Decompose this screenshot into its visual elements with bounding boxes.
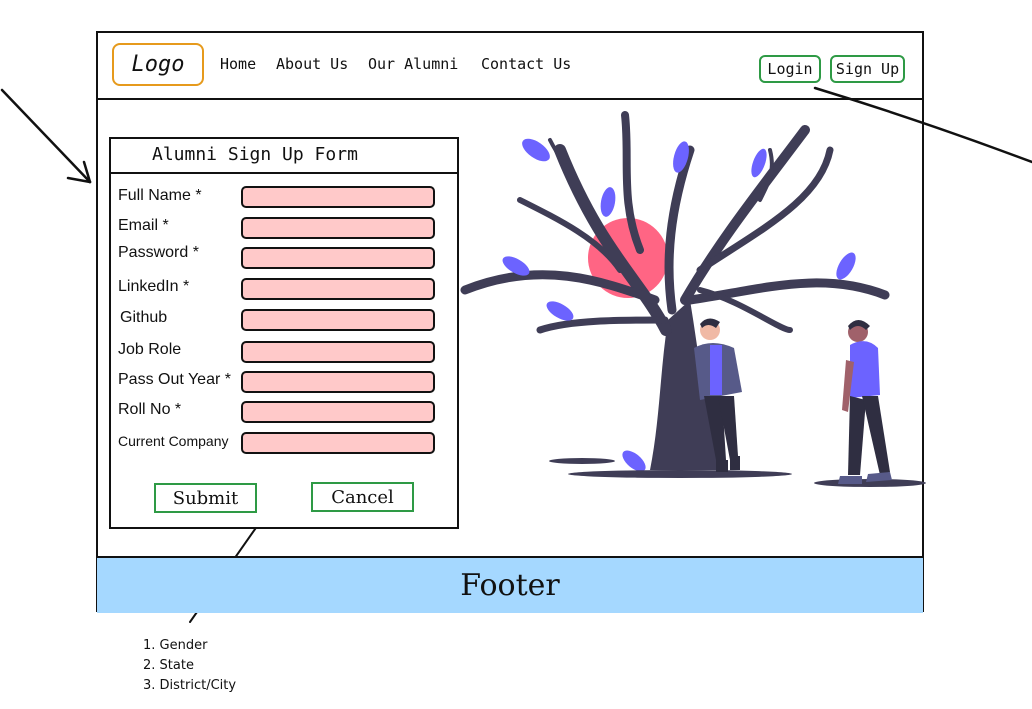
github-input[interactable] (241, 309, 435, 331)
full-name-input[interactable] (241, 186, 435, 208)
job-role-label: Job Role (118, 341, 182, 358)
password-input[interactable] (241, 247, 435, 269)
linkedin-input[interactable] (241, 278, 435, 300)
footer: Footer (97, 556, 923, 613)
submit-button[interactable]: Submit (154, 483, 257, 513)
form-title: Alumni Sign Up Form (152, 144, 358, 165)
job-role-input[interactable] (241, 341, 435, 363)
form-title-divider (109, 172, 459, 174)
github-label: Github (120, 309, 168, 326)
pass-out-year-label: Pass Out Year * (118, 371, 231, 388)
roll-no-label: Roll No * (118, 401, 182, 418)
annotation-notes: 1. Gender 2. State 3. District/City (143, 636, 236, 696)
current-company-input[interactable] (241, 432, 435, 454)
annotation-arrow-right (813, 86, 1032, 164)
cancel-button[interactable]: Cancel (311, 482, 414, 512)
annotation-arrow-left (0, 88, 92, 184)
note-item: 1. Gender (143, 638, 208, 653)
pass-out-year-input[interactable] (241, 371, 435, 393)
note-item: 3. District/City (143, 678, 237, 693)
person-standing (838, 320, 892, 484)
current-company-label: Current Company (118, 433, 229, 449)
email-input[interactable] (241, 217, 435, 239)
full-name-label: Full Name * (118, 187, 202, 204)
note-item: 2. State (143, 658, 194, 673)
linkedin-label: LinkedIn * (118, 278, 190, 295)
password-label: Password * (118, 244, 199, 261)
email-label: Email * (118, 217, 169, 234)
roll-no-input[interactable] (241, 401, 435, 423)
